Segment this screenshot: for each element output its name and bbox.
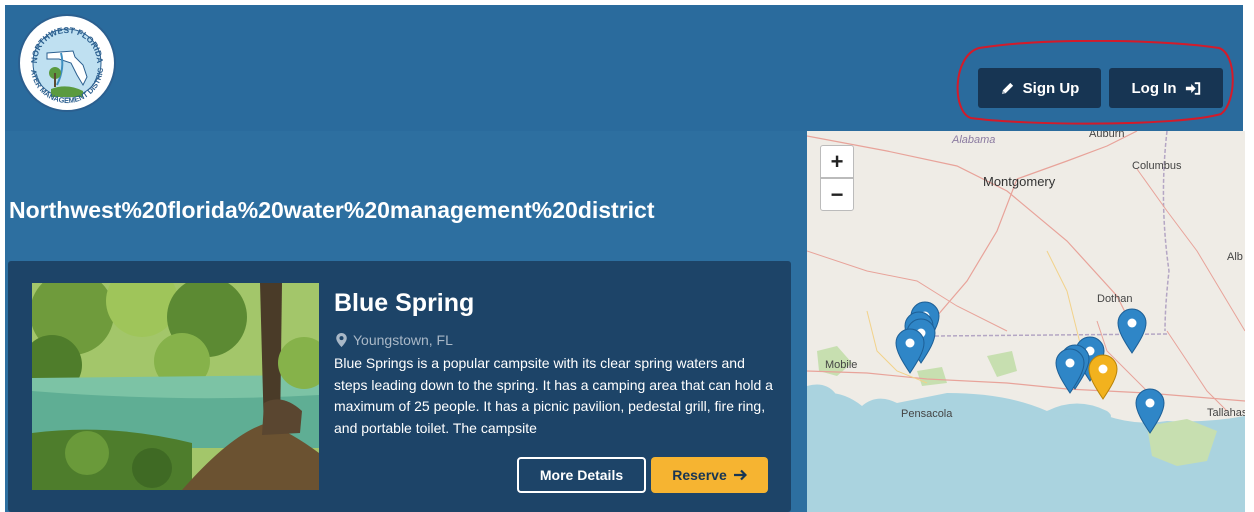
map-label-dothan: Dothan [1097,293,1133,305]
map-label-pensacola: Pensacola [901,408,953,420]
campsite-photo[interactable] [32,283,319,490]
pencil-icon [1001,82,1013,94]
map-label-tallahassee: Tallahas [1207,407,1245,419]
sign-up-label: Sign Up [1022,79,1080,97]
main-content: Northwest%20florida%20water%20management… [5,131,807,512]
map-label-auburn: Auburn [1089,131,1125,140]
campsite-map[interactable]: Alabama Auburn Montgomery Columbus Alb D… [807,131,1245,512]
arrow-right-icon [733,469,747,481]
sign-up-button[interactable]: Sign Up [978,68,1101,108]
campsite-name: Blue Spring [334,289,475,317]
campsite-location: Youngstown, FL [336,332,453,348]
map-label-mobile: Mobile [825,359,858,371]
zoom-out-button[interactable]: − [820,178,854,211]
reserve-label: Reserve [672,467,727,483]
site-header: NORTHWEST FLORIDA WATER MANAGEMENT DISTR… [5,5,1243,131]
more-details-label: More Details [539,467,624,483]
sign-in-icon [1185,81,1200,95]
log-in-label: Log In [1131,79,1177,97]
map-label-columbus: Columbus [1132,160,1182,172]
campsite-location-text: Youngstown, FL [353,332,453,348]
more-details-button[interactable]: More Details [517,457,646,493]
reserve-button[interactable]: Reserve [651,457,768,493]
map-marker-icon [336,333,347,347]
map-label-alabama: Alabama [952,134,996,146]
map-label-montgomery: Montgomery [983,174,1056,189]
district-logo[interactable]: NORTHWEST FLORIDA WATER MANAGEMENT DISTR… [17,13,117,113]
page-title: Northwest%20florida%20water%20management… [9,197,655,223]
campsite-description: Blue Springs is a popular campsite with … [334,355,773,436]
zoom-in-button[interactable]: + [820,145,854,178]
log-in-button[interactable]: Log In [1109,68,1223,108]
map-label-albany: Alb [1227,251,1243,263]
campsite-card: Blue Spring Youngstown, FL Blue Springs … [8,261,791,512]
